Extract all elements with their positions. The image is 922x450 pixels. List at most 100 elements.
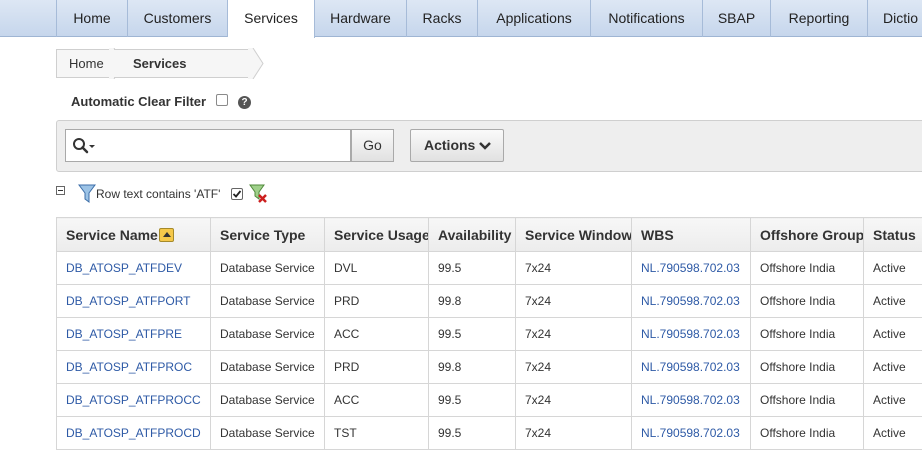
wbs-link[interactable]: NL.790598.702.03 — [641, 393, 740, 407]
offshore-group-cell: Offshore India — [751, 318, 864, 351]
wbs-link[interactable]: NL.790598.702.03 — [641, 261, 740, 275]
offshore-group-cell: Offshore India — [751, 285, 864, 318]
chevron-down-icon — [478, 141, 492, 151]
availability-cell: 99.5 — [429, 417, 516, 450]
actions-menu-button[interactable]: Actions — [410, 129, 504, 162]
wbs-link[interactable]: NL.790598.702.03 — [641, 360, 740, 374]
table-header-row: Service Name Service Type Service Usage … — [57, 218, 922, 252]
report-toolbar: Go Actions — [56, 120, 922, 172]
offshore-group-cell: Offshore India — [751, 351, 864, 384]
column-header-offshore-group[interactable]: Offshore Group — [751, 218, 864, 252]
tab-hardware[interactable]: Hardware — [315, 0, 407, 37]
service-type-cell: Database Service — [211, 384, 325, 417]
availability-cell: 99.5 — [429, 252, 516, 285]
service-name-link[interactable]: DB_ATOSP_ATFPROCC — [66, 393, 201, 407]
service-name-cell: DB_ATOSP_ATFPORT — [57, 285, 211, 318]
service-usage-cell: DVL — [325, 252, 429, 285]
column-header-service-usage[interactable]: Service Usage — [325, 218, 429, 252]
column-header-service-name[interactable]: Service Name — [57, 218, 211, 252]
table-row: DB_ATOSP_ATFPROCC Database Service ACC 9… — [57, 384, 922, 417]
status-cell: Active — [864, 417, 922, 450]
column-header-status[interactable]: Status — [864, 218, 922, 252]
service-name-cell: DB_ATOSP_ATFPRE — [57, 318, 211, 351]
table-row: DB_ATOSP_ATFDEV Database Service DVL 99.… — [57, 252, 922, 285]
table-row: DB_ATOSP_ATFPROCD Database Service TST 9… — [57, 417, 922, 450]
service-window-cell: 7x24 — [516, 384, 632, 417]
tab-customers[interactable]: Customers — [128, 0, 228, 37]
column-header-label: Service Name — [66, 227, 158, 243]
column-header-availability[interactable]: Availability — [429, 218, 516, 252]
wbs-cell: NL.790598.702.03 — [632, 351, 751, 384]
availability-cell: 99.8 — [429, 285, 516, 318]
remove-filter-icon[interactable] — [249, 184, 269, 204]
wbs-cell: NL.790598.702.03 — [632, 285, 751, 318]
breadcrumb-current: Services — [114, 49, 250, 78]
table-row: DB_ATOSP_ATFPROC Database Service PRD 99… — [57, 351, 922, 384]
collapse-filters-icon[interactable] — [56, 186, 65, 195]
service-type-cell: Database Service — [211, 252, 325, 285]
services-table: Service Name Service Type Service Usage … — [56, 217, 922, 450]
tab-applications[interactable]: Applications — [478, 0, 591, 37]
service-usage-cell: ACC — [325, 318, 429, 351]
availability-cell: 99.8 — [429, 351, 516, 384]
service-type-cell: Database Service — [211, 318, 325, 351]
table-row: DB_ATOSP_ATFPRE Database Service ACC 99.… — [57, 318, 922, 351]
offshore-group-cell: Offshore India — [751, 417, 864, 450]
column-header-wbs[interactable]: WBS — [632, 218, 751, 252]
go-button[interactable]: Go — [351, 129, 394, 162]
search-input[interactable] — [65, 129, 351, 162]
offshore-group-cell: Offshore India — [751, 252, 864, 285]
status-cell: Active — [864, 285, 922, 318]
tab-reporting[interactable]: Reporting — [771, 0, 868, 37]
status-cell: Active — [864, 351, 922, 384]
availability-cell: 99.5 — [429, 384, 516, 417]
service-name-link[interactable]: DB_ATOSP_ATFPROC — [66, 360, 192, 374]
service-usage-cell: TST — [325, 417, 429, 450]
service-name-link[interactable]: DB_ATOSP_ATFPRE — [66, 327, 182, 341]
service-name-link[interactable]: DB_ATOSP_ATFPORT — [66, 294, 190, 308]
sort-ascending-icon[interactable] — [159, 228, 174, 242]
wbs-cell: NL.790598.702.03 — [632, 384, 751, 417]
status-cell: Active — [864, 318, 922, 351]
offshore-group-cell: Offshore India — [751, 384, 864, 417]
service-type-cell: Database Service — [211, 417, 325, 450]
tab-dictionary[interactable]: Dictio — [868, 0, 922, 37]
search-icon[interactable] — [72, 137, 100, 155]
service-name-cell: DB_ATOSP_ATFDEV — [57, 252, 211, 285]
service-name-cell: DB_ATOSP_ATFPROC — [57, 351, 211, 384]
automatic-clear-filter-checkbox[interactable] — [216, 94, 228, 106]
service-window-cell: 7x24 — [516, 318, 632, 351]
tab-racks[interactable]: Racks — [407, 0, 478, 37]
service-name-cell: DB_ATOSP_ATFPROCD — [57, 417, 211, 450]
help-icon[interactable]: ? — [238, 96, 251, 109]
service-name-cell: DB_ATOSP_ATFPROCC — [57, 384, 211, 417]
service-usage-cell: PRD — [325, 351, 429, 384]
tab-services[interactable]: Services — [228, 0, 315, 38]
wbs-link[interactable]: NL.790598.702.03 — [641, 327, 740, 341]
status-cell: Active — [864, 252, 922, 285]
filter-enable-checkbox[interactable] — [231, 188, 243, 200]
top-nav: Home Customers Services Hardware Racks A… — [0, 0, 922, 37]
table-row: DB_ATOSP_ATFPORT Database Service PRD 99… — [57, 285, 922, 318]
actions-label: Actions — [424, 137, 475, 153]
column-header-service-type[interactable]: Service Type — [211, 218, 325, 252]
filter-description[interactable]: Row text contains 'ATF' — [96, 187, 220, 201]
tab-home[interactable]: Home — [56, 0, 128, 37]
tab-sbap[interactable]: SBAP — [703, 0, 771, 37]
service-window-cell: 7x24 — [516, 285, 632, 318]
wbs-cell: NL.790598.702.03 — [632, 252, 751, 285]
service-name-link[interactable]: DB_ATOSP_ATFDEV — [66, 261, 182, 275]
service-usage-cell: PRD — [325, 285, 429, 318]
wbs-link[interactable]: NL.790598.702.03 — [641, 426, 740, 440]
wbs-link[interactable]: NL.790598.702.03 — [641, 294, 740, 308]
availability-cell: 99.5 — [429, 318, 516, 351]
service-name-link[interactable]: DB_ATOSP_ATFPROCD — [66, 426, 201, 440]
service-window-cell: 7x24 — [516, 351, 632, 384]
tab-notifications[interactable]: Notifications — [591, 0, 703, 37]
status-cell: Active — [864, 384, 922, 417]
service-window-cell: 7x24 — [516, 417, 632, 450]
column-header-service-window[interactable]: Service Window — [516, 218, 632, 252]
breadcrumb-home[interactable]: Home — [56, 49, 114, 78]
checkmark-icon — [232, 189, 242, 199]
service-window-cell: 7x24 — [516, 252, 632, 285]
